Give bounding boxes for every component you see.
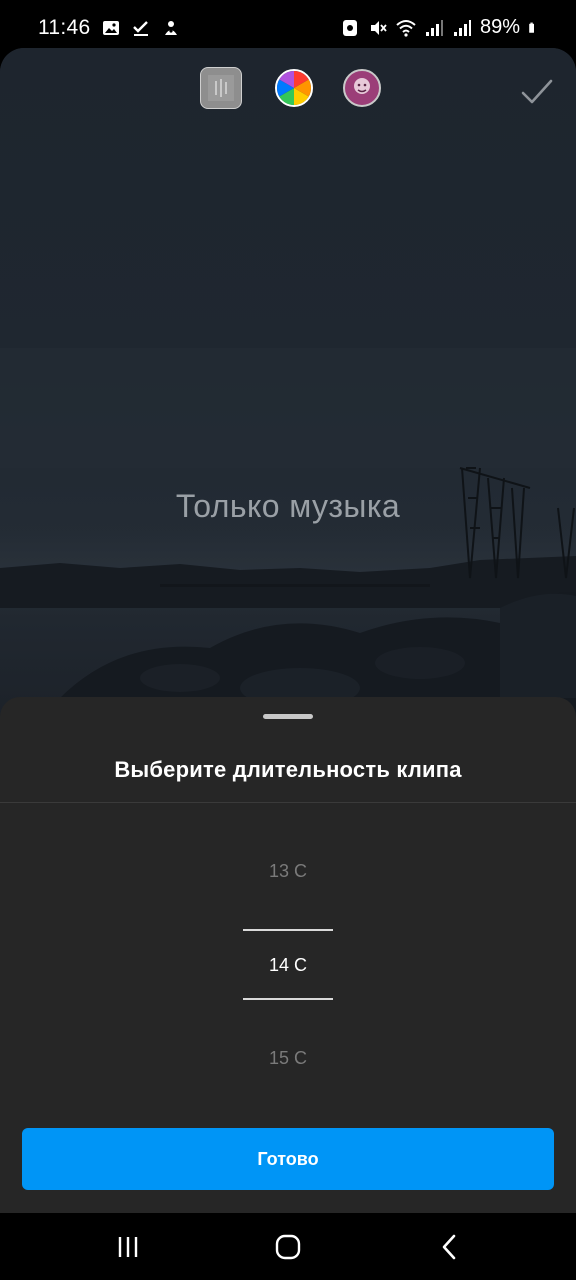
checkmark-icon[interactable]: [520, 75, 554, 109]
background-tool-button[interactable]: [200, 67, 242, 109]
signal-icon-2: [453, 19, 471, 36]
mute-icon: [370, 20, 387, 35]
sheet-grabber[interactable]: [263, 714, 313, 719]
recent-apps-button[interactable]: [108, 1231, 148, 1263]
picker-option[interactable]: 13 С: [0, 861, 576, 882]
home-button[interactable]: [268, 1231, 308, 1263]
signal-icon: [425, 19, 443, 36]
sticker-tool-button[interactable]: [341, 67, 383, 109]
status-left: 11:46: [38, 16, 181, 40]
status-right: 89%: [340, 16, 540, 39]
nfc-icon: [342, 19, 357, 36]
picker-option[interactable]: 15 С: [0, 1048, 576, 1069]
battery-icon: [529, 22, 534, 33]
picker-option-selected[interactable]: 14 С: [0, 955, 576, 976]
navigation-bar: [0, 1213, 576, 1280]
done-button[interactable]: Готово: [22, 1128, 554, 1190]
check-download-icon: [132, 21, 148, 36]
gallery-icon: [102, 21, 119, 35]
app-notification-icon: [164, 21, 177, 35]
background-tool-icon: [208, 75, 234, 101]
back-icon: [442, 1234, 456, 1260]
recent-apps-icon: [118, 1237, 138, 1257]
sheet-title: Выберите длительность клипа: [114, 757, 462, 782]
status-time: 11:46: [38, 16, 91, 39]
duration-sheet: Выберите длительность клипа 13 С 14 С 15…: [0, 697, 576, 1213]
editor-toolbar: [0, 67, 576, 111]
back-button[interactable]: [430, 1231, 470, 1263]
overlay-text[interactable]: Только музыка: [0, 488, 576, 525]
picker-selection-bottom-line: [243, 998, 333, 1000]
sticker-icon: [343, 69, 381, 107]
battery-percent: 89%: [479, 16, 520, 38]
duration-picker[interactable]: 13 С 14 С 15 С: [0, 803, 576, 1133]
story-canvas[interactable]: Только музыка: [0, 48, 576, 748]
background-photo: [0, 48, 576, 748]
picker-selection-top-line: [243, 929, 333, 931]
color-wheel-icon: [275, 69, 313, 107]
wifi-icon: [396, 19, 416, 37]
home-icon: [275, 1234, 301, 1260]
color-wheel-button[interactable]: [273, 67, 315, 109]
